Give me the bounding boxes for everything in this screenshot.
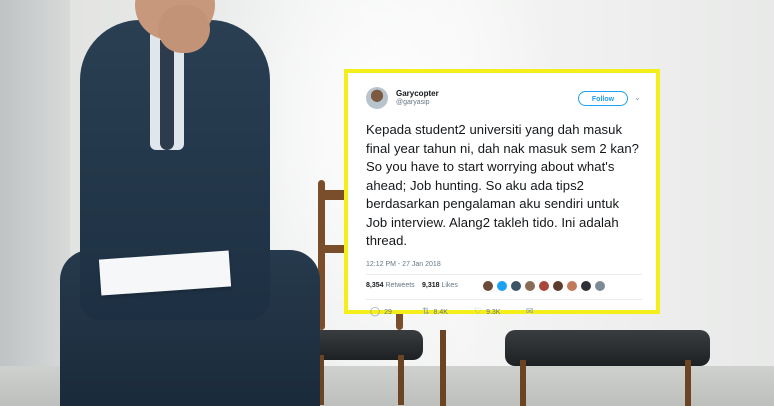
avatar	[510, 279, 522, 292]
tweet-text: Kepada student2 universiti yang dah masu…	[366, 122, 640, 248]
avatar	[594, 279, 606, 292]
like-count: 9.3K	[486, 308, 501, 316]
tweet-timestamp[interactable]: 12:12 PM - 27 Jan 2018	[366, 261, 642, 268]
retweets-count: 8,354	[366, 281, 384, 289]
heart-icon: ♡	[474, 305, 483, 316]
tweet-actions: ◯ 29 ⇅ 8.4K ♡ 9.3K ✉	[366, 300, 642, 320]
retweets-stat[interactable]: 8,354 Retweets	[366, 282, 415, 289]
avatar[interactable]	[366, 87, 388, 109]
retweet-icon: ⇅	[422, 305, 430, 316]
tweet-header: Garycopter @garyasip Follow ⌄	[366, 83, 642, 111]
tweet-card: Garycopter @garyasip Follow ⌄ Kepada stu…	[344, 69, 660, 316]
chevron-down-icon[interactable]: ⌄	[634, 93, 641, 102]
chair	[420, 330, 490, 406]
avatar	[566, 279, 578, 292]
retweets-label: Retweets	[385, 281, 415, 289]
retweet-count: 8.4K	[433, 308, 448, 316]
reply-icon: ◯	[370, 305, 381, 316]
avatar	[482, 279, 494, 292]
envelope-icon: ✉	[526, 305, 534, 316]
avatar	[524, 279, 536, 292]
likes-count: 9,318	[422, 281, 440, 289]
avatar	[496, 279, 508, 292]
avatar	[552, 279, 564, 292]
reply-count: 29	[384, 308, 392, 316]
person-sitting	[60, 0, 320, 406]
avatar	[580, 279, 592, 292]
tweet: Garycopter @garyasip Follow ⌄ Kepada stu…	[366, 83, 642, 320]
chair	[505, 305, 710, 406]
retweet-button[interactable]: ⇅ 8.4K	[422, 306, 448, 317]
reply-button[interactable]: ◯ 29	[370, 306, 392, 317]
message-button[interactable]: ✉	[526, 306, 538, 317]
display-name[interactable]: Garycopter	[396, 89, 439, 98]
avatar	[538, 279, 550, 292]
likes-stat[interactable]: 9,318 Likes	[422, 282, 458, 289]
follow-button[interactable]: Follow	[578, 91, 628, 106]
user-handle[interactable]: @garyasip	[396, 99, 430, 106]
likes-label: Likes	[441, 281, 458, 289]
engagement-stats: 8,354 Retweets 9,318 Likes	[366, 275, 642, 299]
like-button[interactable]: ♡ 9.3K	[474, 306, 500, 317]
